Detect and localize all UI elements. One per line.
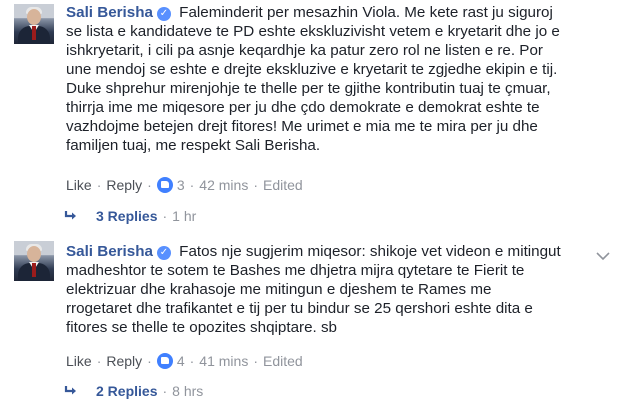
separator-dot: · bbox=[253, 353, 258, 369]
comment-body: Sali Berisha ✓ Fatos nje sugjerim miqesor… bbox=[66, 242, 606, 337]
replies-count[interactable]: 3 Replies bbox=[96, 208, 157, 224]
comment-time[interactable]: 41 mins bbox=[199, 353, 248, 369]
comment-body: Sali Berisha ✓ Faleminderit per mesazhin … bbox=[66, 3, 606, 155]
verified-badge-icon: ✓ bbox=[156, 7, 171, 21]
comment-actions: Like · Reply · 3 · 42 mins · Edited bbox=[66, 177, 303, 193]
comment-author[interactable]: Sali Berisha bbox=[66, 4, 153, 21]
replies-toggle[interactable]: 3 Replies · 1 hr bbox=[64, 208, 196, 224]
like-count[interactable]: 3 bbox=[177, 177, 185, 193]
like-thumb-icon[interactable] bbox=[156, 177, 173, 193]
reply-arrow-icon bbox=[64, 210, 78, 222]
reply-arrow-icon bbox=[64, 385, 78, 397]
avatar[interactable] bbox=[14, 241, 54, 281]
separator-dot: · bbox=[147, 353, 152, 369]
comment-text: Faleminderit per mesazhin Viola. Me kete… bbox=[66, 4, 560, 154]
separator-dot: · bbox=[189, 353, 195, 369]
replies-count[interactable]: 2 Replies bbox=[96, 383, 157, 399]
like-count[interactable]: 4 bbox=[177, 353, 185, 369]
reply-button[interactable]: Reply bbox=[106, 353, 142, 369]
reply-button[interactable]: Reply bbox=[106, 177, 142, 193]
separator-dot: · bbox=[96, 353, 102, 369]
replies-time: 1 hr bbox=[172, 208, 197, 224]
edited-label[interactable]: Edited bbox=[263, 353, 303, 369]
separator-dot: · bbox=[162, 208, 168, 224]
separator-dot: · bbox=[162, 383, 168, 399]
verified-badge-icon: ✓ bbox=[156, 246, 171, 260]
comment-author[interactable]: Sali Berisha bbox=[66, 243, 153, 260]
separator-dot: · bbox=[189, 177, 195, 193]
separator-dot: · bbox=[253, 177, 258, 193]
comment-actions: Like · Reply · 4 · 41 mins · Edited bbox=[66, 353, 303, 369]
separator-dot: · bbox=[96, 177, 102, 193]
replies-toggle[interactable]: 2 Replies · 8 hrs bbox=[64, 383, 203, 399]
comment-time[interactable]: 42 mins bbox=[199, 177, 248, 193]
like-button[interactable]: Like bbox=[66, 177, 92, 193]
avatar[interactable] bbox=[14, 4, 54, 44]
replies-time: 8 hrs bbox=[172, 383, 204, 399]
chevron-down-icon[interactable] bbox=[596, 251, 610, 261]
edited-label[interactable]: Edited bbox=[263, 177, 303, 193]
like-button[interactable]: Like bbox=[66, 353, 92, 369]
like-thumb-icon[interactable] bbox=[156, 353, 173, 369]
separator-dot: · bbox=[147, 177, 152, 193]
